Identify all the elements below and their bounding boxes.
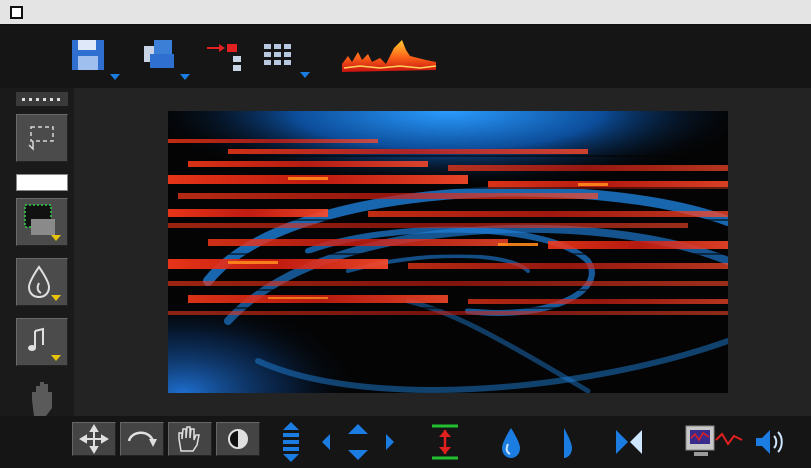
hand-grab-icon xyxy=(178,426,200,452)
color-swatch[interactable] xyxy=(16,174,68,191)
grab-button[interactable] xyxy=(168,422,212,456)
close-box[interactable] xyxy=(10,6,23,19)
drop-tool-button[interactable] xyxy=(16,258,68,306)
speaker-icon[interactable] xyxy=(752,420,792,464)
music-tool-button[interactable] xyxy=(16,318,68,366)
selection-fill-button[interactable] xyxy=(16,198,68,246)
move-arrows-icon[interactable] xyxy=(318,420,398,464)
dropdown-triangle xyxy=(51,235,61,241)
marquee-selection-icon xyxy=(28,126,54,151)
visualization-canvas xyxy=(168,111,728,393)
bottom-toolbar xyxy=(0,416,811,468)
rotate-arrow-icon xyxy=(127,431,157,447)
left-palette xyxy=(0,88,74,468)
bowtie-icon[interactable] xyxy=(612,420,646,464)
window-stack-icon[interactable] xyxy=(140,38,196,82)
stage-area xyxy=(74,88,811,416)
marquee-tool-button[interactable] xyxy=(16,114,68,162)
arrow-to-layers-icon[interactable] xyxy=(205,40,249,76)
dotted-line-icon xyxy=(16,92,68,106)
half-drop-icon[interactable] xyxy=(552,420,580,464)
swatch-fill xyxy=(17,175,67,190)
move-cross-icon xyxy=(79,424,109,454)
flip-vertical-icon[interactable] xyxy=(428,420,462,464)
contrast-button[interactable] xyxy=(216,422,260,456)
contrast-icon xyxy=(228,429,248,449)
title-bar xyxy=(0,0,811,26)
grid-menu-icon[interactable] xyxy=(262,42,318,82)
top-toolbar xyxy=(0,26,811,88)
preview-viewport[interactable] xyxy=(168,111,728,393)
rotate-button[interactable] xyxy=(120,422,164,456)
drop-fill-icon[interactable] xyxy=(494,420,528,464)
hand-icon xyxy=(32,382,52,416)
dropdown-triangle xyxy=(51,295,61,301)
vertical-stretch-icon[interactable] xyxy=(278,420,304,464)
dropdown-triangle xyxy=(51,355,61,361)
monitor-signal-icon[interactable] xyxy=(684,420,744,464)
spectrum-preview-icon[interactable] xyxy=(340,36,438,80)
save-disk-icon[interactable] xyxy=(70,36,124,82)
move-button[interactable] xyxy=(72,422,116,456)
